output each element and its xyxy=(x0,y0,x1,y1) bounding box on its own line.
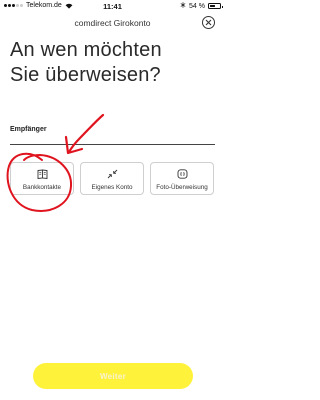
page-title-line-1: An wen möchten xyxy=(10,39,162,61)
alarm-icon xyxy=(180,2,186,10)
recipient-label: Empfänger xyxy=(10,126,47,133)
continue-label: Weiter xyxy=(99,371,127,381)
battery-icon xyxy=(208,3,223,9)
photo-transfer-label: Foto-Überweisung xyxy=(156,184,208,191)
continue-button[interactable]: Weiter xyxy=(33,363,193,389)
page-title: An wen möchten Sie überweisen? xyxy=(10,38,210,88)
annotation-arrowhead xyxy=(64,135,84,155)
bank-contacts-button[interactable]: Bankkontakte xyxy=(10,162,74,195)
scan-icon xyxy=(177,169,187,179)
arrows-in-icon xyxy=(107,169,117,179)
photo-transfer-button[interactable]: Foto-Überweisung xyxy=(150,162,214,195)
address-book-icon xyxy=(37,169,47,179)
battery-percent: 54 % xyxy=(189,2,205,10)
status-bar: Telekom.de 11:41 54 % xyxy=(0,0,225,13)
bank-contacts-label: Bankkontakte xyxy=(22,184,62,191)
own-account-label: Eigenes Konto xyxy=(91,184,133,191)
recipient-input[interactable] xyxy=(10,144,215,145)
close-icon xyxy=(205,19,212,26)
status-right: 54 % xyxy=(180,2,223,10)
own-account-button[interactable]: Eigenes Konto xyxy=(80,162,144,195)
header-title: comdirect Girokonto xyxy=(74,18,151,28)
annotation-arrow xyxy=(67,113,105,154)
page-title-line-2: Sie überweisen? xyxy=(10,64,161,86)
close-button[interactable] xyxy=(202,16,215,29)
